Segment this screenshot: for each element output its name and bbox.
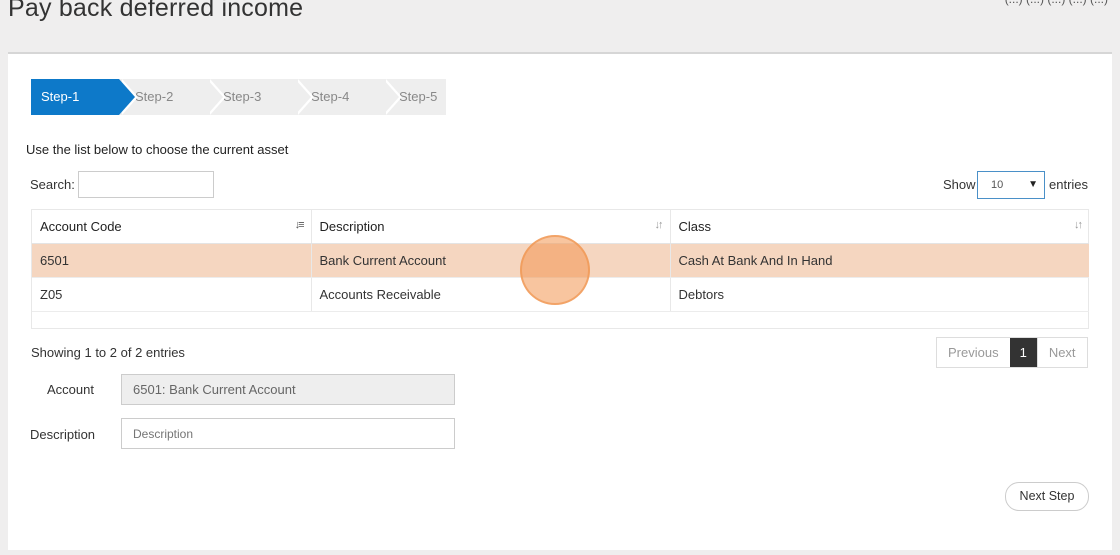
column-header-account-code[interactable]: Account Code ↓≡ [32,210,311,244]
column-label: Account Code [40,218,122,234]
step-label: Step-3 [223,89,262,104]
cell-class: Cash At Bank And In Hand [669,243,1089,278]
step-label: Step-5 [399,89,438,104]
description-label: Description [30,427,96,442]
column-label: Description [319,218,385,234]
cell-description: Accounts Receivable [310,277,670,312]
cell-class: Debtors [669,277,1089,312]
table-info: Showing 1 to 2 of 2 entries [31,345,185,360]
next-page-button[interactable]: Next [1036,338,1087,367]
page-title: Pay back deferred income [8,0,304,22]
entries-label: entries [1049,177,1089,192]
sort-icon: ↓↑ [1074,219,1083,231]
step-label: Step-4 [311,89,350,104]
sort-icon: ↓↑ [654,219,664,231]
step-1-tab[interactable]: Step-1 [31,79,138,115]
sort-ascending-icon: ↓≡ [294,219,305,231]
cell-account-code: Z05 [32,277,311,312]
column-header-class[interactable]: Class ↓↑ [669,210,1089,244]
description-field[interactable] [121,418,455,449]
search-input[interactable] [78,171,214,198]
cell-description: Bank Current Account [310,243,670,278]
step-bar: Step-1 Step-2 Step-3 Step-4 Step-5 [31,79,446,115]
previous-page-button[interactable]: Previous [937,338,1010,367]
chevron-down-icon: ▼ [1028,179,1038,190]
step-label: Step-1 [41,89,80,104]
account-label: Account [47,382,94,397]
account-field: 6501: Bank Current Account [121,374,455,405]
cursor-indicator [520,235,590,305]
instruction-text: Use the list below to choose the current… [26,142,289,157]
cell-account-code: 6501 [32,243,311,278]
entries-per-page-select[interactable]: 10 ▼ [977,171,1045,199]
column-header-description[interactable]: Description ↓↑ [310,210,670,244]
pagination: Previous 1 Next [936,337,1088,368]
next-step-button[interactable]: Next Step [1005,482,1089,511]
step-label: Step-2 [135,89,174,104]
entries-selected-value: 10 [991,179,1004,191]
column-label: Class [678,218,712,234]
search-label: Search: [30,177,75,192]
top-right-text: (...) (...) (...) (...) (...) [1005,0,1108,6]
show-label: Show [943,177,976,192]
page-1-button[interactable]: 1 [1009,338,1037,367]
